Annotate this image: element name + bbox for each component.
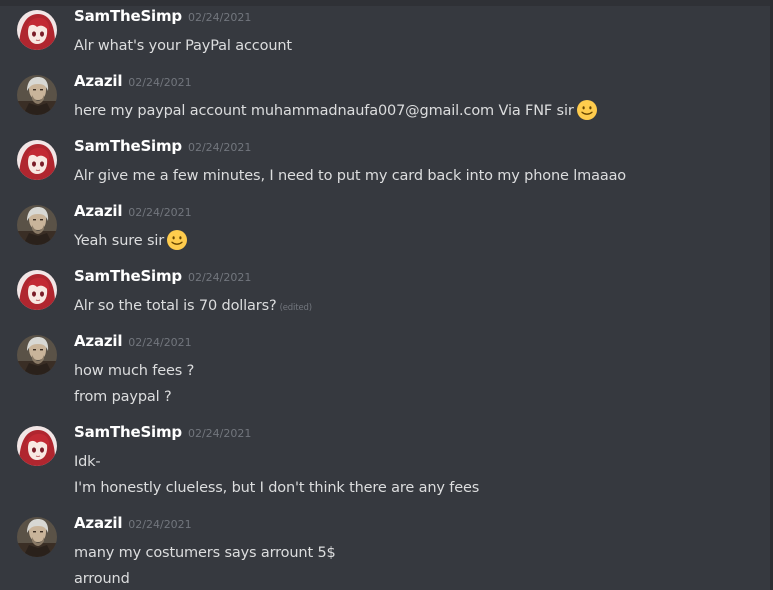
message-content: I'm honestly clueless, but I don't think… [74, 478, 479, 498]
username[interactable]: Azazil [74, 202, 122, 220]
message-text: arround [74, 571, 130, 587]
slightly-smiling-face-icon[interactable] [166, 229, 188, 251]
username[interactable]: SamTheSimp [74, 7, 182, 25]
avatar[interactable] [17, 205, 57, 245]
username[interactable]: Azazil [74, 332, 122, 350]
timestamp[interactable]: 02/24/2021 [188, 141, 251, 154]
message-content: Alr so the total is 70 dollars? (edited) [74, 296, 312, 318]
message-header: Azazil 02/24/2021 [74, 331, 192, 353]
message-text: Idk- [74, 454, 101, 470]
message-text: Alr what's your PayPal account [74, 38, 292, 54]
username[interactable]: SamTheSimp [74, 267, 182, 285]
edited-label: (edited) [279, 303, 313, 313]
username[interactable]: Azazil [74, 514, 122, 532]
message-content: how much fees ? [74, 361, 194, 381]
message-header: SamTheSimp 02/24/2021 [74, 422, 251, 444]
message-content: from paypal ? [74, 387, 172, 407]
message-content: here my paypal account muhammadnaufa007@… [74, 99, 598, 121]
message-content: Alr give me a few minutes, I need to put… [74, 166, 626, 186]
message-text: I'm honestly clueless, but I don't think… [74, 480, 480, 496]
message-content: arround [74, 569, 130, 589]
slightly-smiling-face-icon[interactable] [576, 99, 598, 121]
message-text: Alr so the total is 70 dollars? [74, 298, 277, 314]
avatar[interactable] [17, 426, 57, 466]
timestamp[interactable]: 02/24/2021 [188, 271, 251, 284]
message-text: here my paypal account muhammadnaufa007@… [74, 103, 574, 119]
message-content: Idk- [74, 452, 101, 472]
timestamp[interactable]: 02/24/2021 [188, 427, 251, 440]
message-content: Alr what's your PayPal account [74, 36, 292, 56]
message-text: how much fees ? [74, 363, 195, 379]
chat-message-list: SamTheSimp 02/24/2021 Alr what's your PayP… [0, 0, 773, 590]
message-header: SamTheSimp 02/24/2021 [74, 6, 251, 28]
timestamp[interactable]: 02/24/2021 [128, 206, 191, 219]
message-text: Yeah sure sir [74, 233, 165, 249]
avatar[interactable] [17, 140, 57, 180]
avatar[interactable] [17, 270, 57, 310]
message-header: Azazil 02/24/2021 [74, 201, 192, 223]
avatar[interactable] [17, 75, 57, 115]
username[interactable]: Azazil [74, 72, 122, 90]
username[interactable]: SamTheSimp [74, 423, 182, 441]
message-text: many my costumers says arrount 5$ [74, 545, 336, 561]
message-text: Alr give me a few minutes, I need to put… [74, 168, 627, 184]
timestamp[interactable]: 02/24/2021 [128, 76, 191, 89]
timestamp[interactable]: 02/24/2021 [188, 11, 251, 24]
message-header: Azazil 02/24/2021 [74, 71, 192, 93]
message-content: many my costumers says arrount 5$ [74, 543, 336, 563]
timestamp[interactable]: 02/24/2021 [128, 518, 191, 531]
message-header: SamTheSimp 02/24/2021 [74, 136, 251, 158]
username[interactable]: SamTheSimp [74, 137, 182, 155]
message-text: from paypal ? [74, 389, 172, 405]
avatar[interactable] [17, 10, 57, 50]
avatar[interactable] [17, 517, 57, 557]
timestamp[interactable]: 02/24/2021 [128, 336, 191, 349]
avatar[interactable] [17, 335, 57, 375]
message-header: Azazil 02/24/2021 [74, 513, 192, 535]
message-header: SamTheSimp 02/24/2021 [74, 266, 251, 288]
message-content: Yeah sure sir [74, 229, 188, 251]
